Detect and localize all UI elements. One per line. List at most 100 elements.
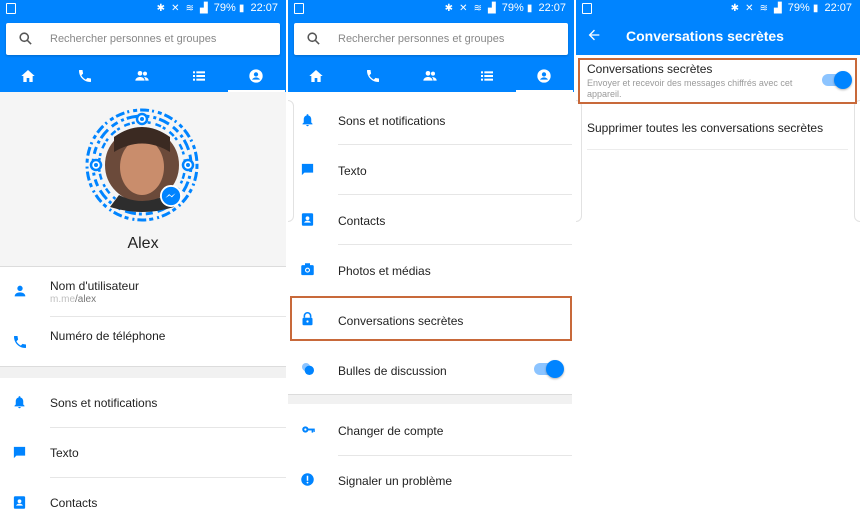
profile-icon bbox=[249, 69, 263, 83]
settings-item-label: Signaler un problème bbox=[338, 474, 453, 488]
messenger-code[interactable] bbox=[84, 107, 200, 223]
phone-icon bbox=[79, 70, 91, 82]
phone-icon bbox=[367, 70, 379, 82]
tab-calls[interactable] bbox=[57, 61, 114, 92]
settings-item-notifications[interactable]: Sons et notifications bbox=[288, 94, 574, 144]
section-gap bbox=[288, 394, 572, 404]
section-gap bbox=[0, 366, 286, 378]
search-input[interactable]: Rechercher personnes et groupes bbox=[6, 23, 280, 55]
settings-item-label: Sons et notifications bbox=[338, 114, 446, 128]
wifi-icon: ≋ bbox=[759, 3, 768, 14]
signal-icon: ▟ bbox=[488, 3, 496, 14]
tab-home[interactable] bbox=[288, 61, 345, 92]
battery-level: 79% bbox=[213, 2, 236, 14]
search-icon bbox=[19, 32, 32, 45]
message-icon bbox=[13, 446, 26, 459]
phone-row[interactable]: Numéro de téléphone bbox=[0, 316, 286, 366]
tab-bar bbox=[288, 61, 574, 92]
home-icon bbox=[309, 70, 323, 82]
profile-name: Alex bbox=[127, 235, 159, 252]
battery-icon: ▮ bbox=[812, 3, 819, 14]
settings-item-label: Contacts bbox=[50, 496, 98, 510]
tab-home[interactable] bbox=[0, 61, 57, 92]
highlight-box bbox=[290, 296, 572, 341]
people-icon bbox=[423, 71, 437, 81]
bluetooth-icon: ✱ bbox=[156, 3, 166, 14]
search-placeholder: Rechercher personnes et groupes bbox=[338, 33, 505, 45]
settings-item-label: Photos et médias bbox=[338, 264, 431, 278]
tab-list[interactable] bbox=[459, 61, 516, 92]
clock: 22:07 bbox=[250, 2, 278, 14]
signal-icon: ▟ bbox=[200, 3, 208, 14]
screenshot-icon bbox=[6, 3, 16, 14]
status-bar: ✱ ✕ ≋ ▟ 79% ▮ 22:07 bbox=[0, 0, 286, 17]
tab-bar bbox=[0, 61, 286, 92]
divider bbox=[288, 394, 572, 395]
bubbles-icon bbox=[302, 363, 314, 375]
highlight-box bbox=[578, 58, 857, 104]
screen-secret-conversations: ✱ ✕ ≋ ▟ 79% ▮ 22:07 Conversations secrèt… bbox=[576, 0, 860, 519]
list-icon bbox=[481, 71, 493, 81]
settings-item-label: Changer de compte bbox=[338, 424, 444, 438]
home-icon bbox=[21, 70, 35, 82]
messenger-badge-icon bbox=[160, 185, 182, 207]
username-label: Nom d'utilisateur bbox=[50, 279, 139, 293]
search-placeholder: Rechercher personnes et groupes bbox=[50, 33, 217, 45]
profile-icon bbox=[537, 69, 551, 83]
username-value: /alex bbox=[75, 294, 97, 305]
divider bbox=[587, 149, 848, 150]
tab-profile[interactable] bbox=[228, 61, 285, 92]
list-icon bbox=[193, 71, 205, 81]
tab-people[interactable] bbox=[402, 61, 459, 92]
clock: 22:07 bbox=[538, 2, 566, 14]
settings-item-contacts[interactable]: Contacts bbox=[0, 478, 286, 519]
clock: 22:07 bbox=[824, 2, 852, 14]
settings-item-photos[interactable]: Photos et médias bbox=[288, 244, 574, 294]
settings-item-texto[interactable]: Texto bbox=[0, 428, 286, 478]
settings-item-notifications[interactable]: Sons et notifications bbox=[0, 378, 286, 428]
phone-icon bbox=[14, 336, 26, 348]
contacts-icon bbox=[301, 213, 314, 226]
settings-item-label: Contacts bbox=[338, 214, 386, 228]
app-bar: Conversations secrètes bbox=[576, 17, 860, 55]
username-domain: m.me bbox=[50, 294, 75, 305]
bluetooth-icon: ✱ bbox=[730, 3, 740, 14]
back-arrow-icon[interactable] bbox=[586, 27, 602, 43]
divider bbox=[0, 366, 286, 367]
tab-calls[interactable] bbox=[345, 61, 402, 92]
delete-all-secret-conversations[interactable]: Supprimer toutes les conversations secrè… bbox=[576, 108, 860, 148]
tab-people[interactable] bbox=[114, 61, 171, 92]
people-icon bbox=[135, 71, 149, 81]
tab-profile[interactable] bbox=[516, 61, 573, 92]
bell-icon bbox=[14, 396, 25, 409]
page-title: Conversations secrètes bbox=[626, 28, 784, 44]
message-icon bbox=[301, 163, 314, 176]
wifi-icon: ≋ bbox=[185, 3, 194, 14]
settings-item-chat-heads[interactable]: Bulles de discussion bbox=[288, 344, 574, 394]
chat-heads-toggle[interactable] bbox=[534, 360, 564, 378]
wifi-icon: ≋ bbox=[473, 3, 482, 14]
settings-item-label: Texto bbox=[338, 164, 367, 178]
delete-label: Supprimer toutes les conversations secrè… bbox=[587, 121, 824, 135]
battery-icon: ▮ bbox=[526, 3, 533, 14]
status-bar: ✱ ✕ ≋ ▟ 79% ▮ 22:07 bbox=[288, 0, 574, 17]
settings-item-label: Bulles de discussion bbox=[338, 364, 447, 378]
app-screenshots: ✱ ✕ ≋ ▟ 79% ▮ 22:07 Rechercher personnes… bbox=[0, 0, 860, 519]
phone-label: Numéro de téléphone bbox=[50, 329, 166, 343]
search-icon bbox=[307, 32, 320, 45]
tab-list[interactable] bbox=[171, 61, 228, 92]
signal-icon: ▟ bbox=[774, 3, 782, 14]
contacts-icon bbox=[13, 496, 26, 509]
screenshot-icon bbox=[294, 3, 304, 14]
header: Rechercher personnes et groupes bbox=[0, 17, 286, 92]
settings-item-switch-account[interactable]: Changer de compte bbox=[288, 405, 574, 455]
alert-icon bbox=[301, 473, 314, 486]
settings-item-label: Texto bbox=[50, 446, 79, 460]
settings-item-texto[interactable]: Texto bbox=[288, 144, 574, 194]
settings-item-contacts[interactable]: Contacts bbox=[288, 194, 574, 244]
status-bar: ✱ ✕ ≋ ▟ 79% ▮ 22:07 bbox=[576, 0, 860, 17]
settings-item-report-problem[interactable]: Signaler un problème bbox=[288, 455, 574, 505]
header: Rechercher personnes et groupes bbox=[288, 17, 574, 92]
username-row[interactable]: Nom d'utilisateur m.me/alex bbox=[0, 266, 286, 316]
search-input[interactable]: Rechercher personnes et groupes bbox=[294, 23, 568, 55]
